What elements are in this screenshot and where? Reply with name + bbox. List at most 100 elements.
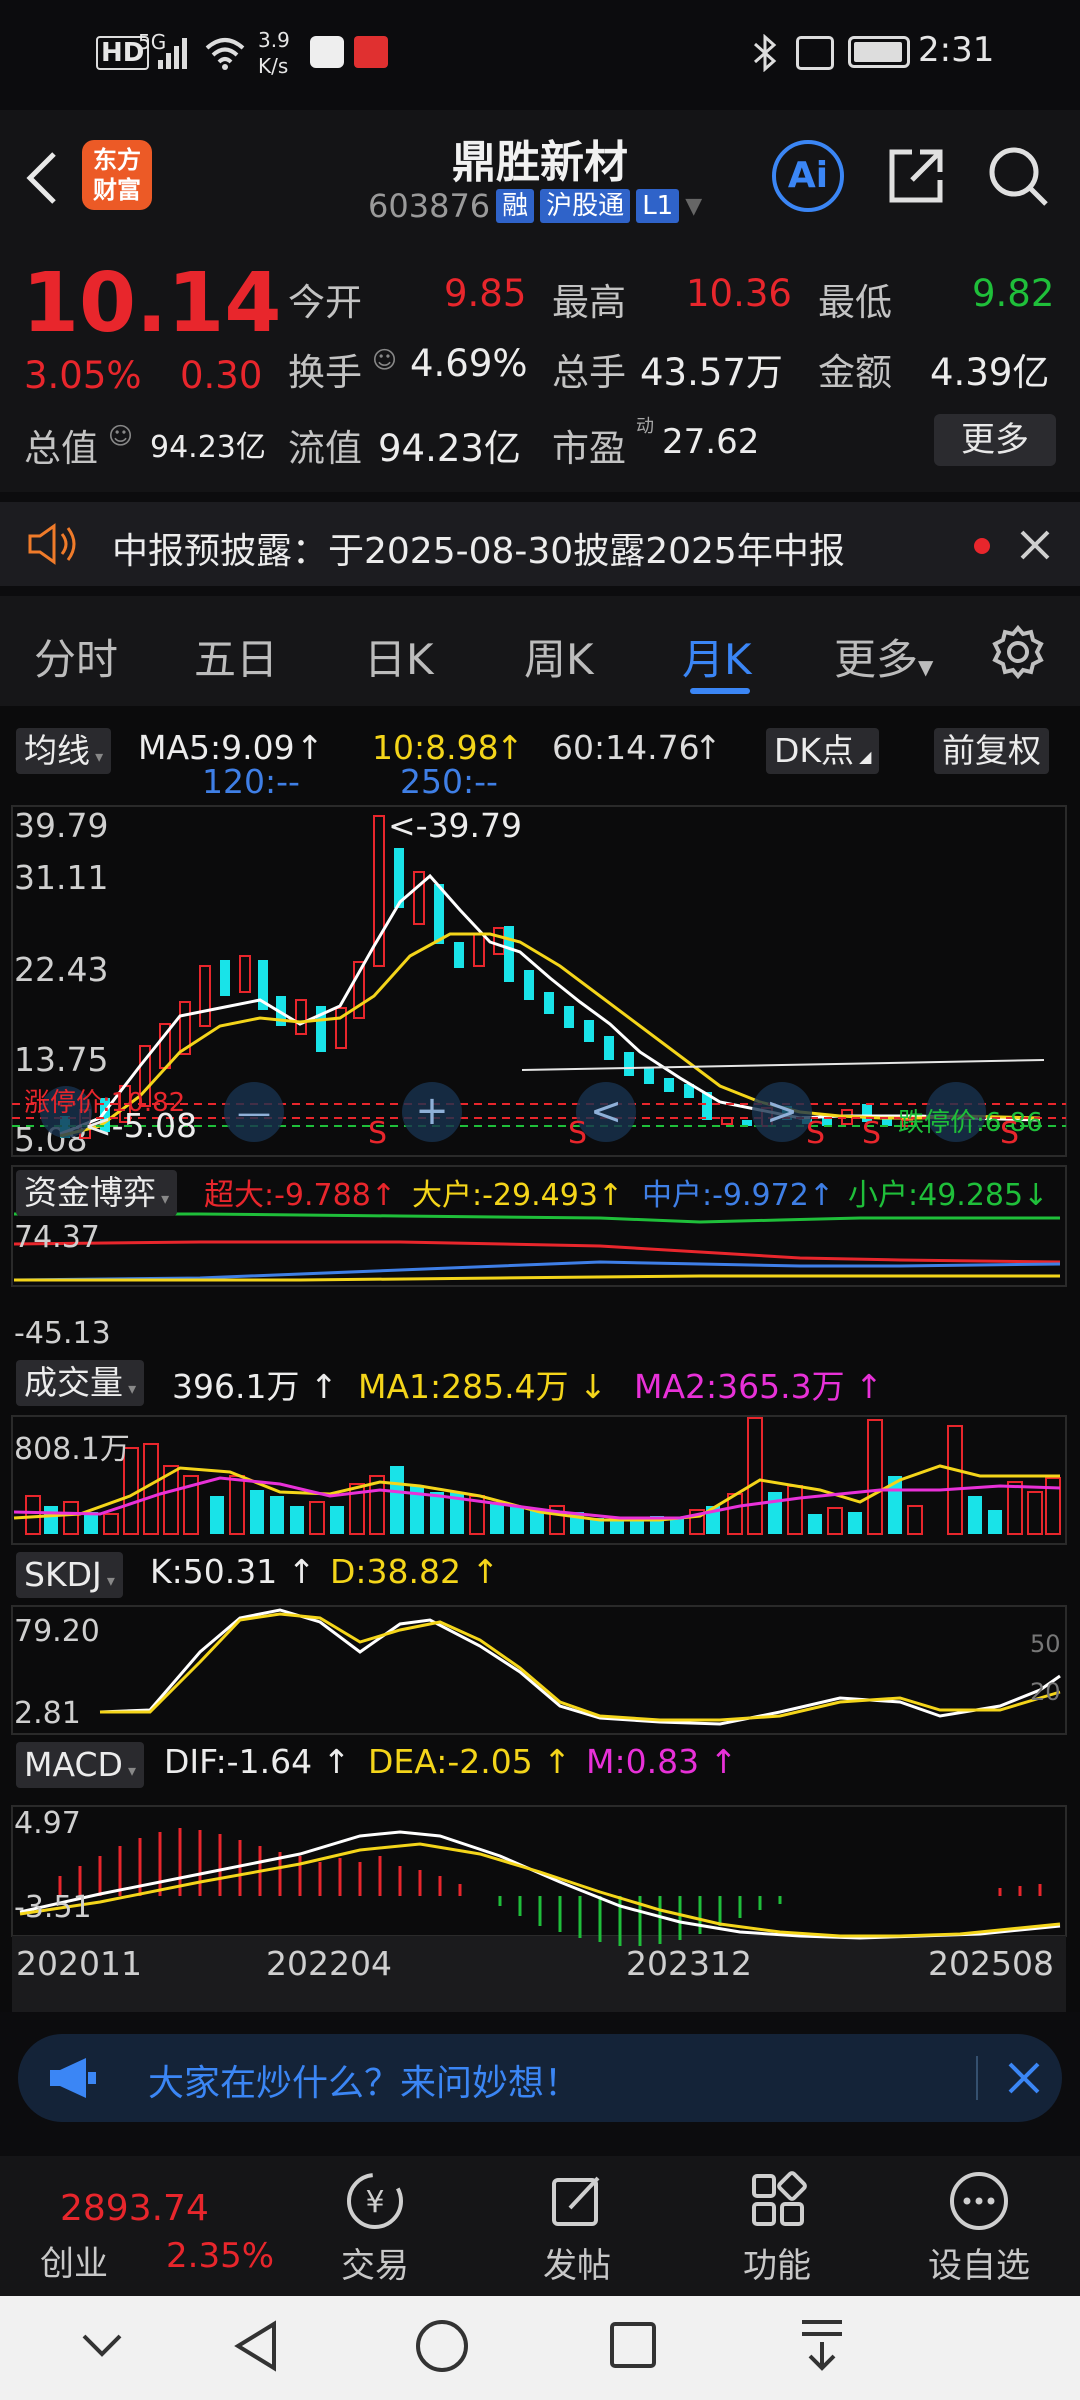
pe-label: 市盈 bbox=[552, 427, 626, 470]
home-circle-icon[interactable] bbox=[414, 2318, 470, 2374]
svg-text:+: + bbox=[415, 1088, 449, 1134]
nav-functions[interactable]: 功能 bbox=[702, 2156, 852, 2296]
macd-m: M:0.83 ↑ bbox=[586, 1742, 738, 1781]
volume-bars bbox=[25, 1417, 1061, 1535]
skdj-selector[interactable]: SKDJ ▾ bbox=[16, 1552, 123, 1598]
edit-icon bbox=[552, 2176, 600, 2226]
bluetooth-icon bbox=[753, 34, 777, 72]
macd-axis-bottom: -3.51 bbox=[14, 1890, 92, 1925]
limit-up-label: 涨停价:10.82 bbox=[24, 1088, 186, 1118]
float-label: 流值 bbox=[288, 427, 362, 470]
sell-signal[interactable]: S bbox=[806, 1116, 825, 1151]
stock-code: 603876 bbox=[368, 187, 491, 225]
settings-gear-icon[interactable] bbox=[990, 624, 1046, 680]
ai-ask-banner[interactable]: 大家在炒什么？来问妙想！ bbox=[18, 2034, 1062, 2122]
share-icon[interactable] bbox=[884, 144, 948, 208]
macd-dea: DEA:-2.05 ↑ bbox=[368, 1742, 571, 1781]
tab-monthly[interactable]: 月K bbox=[682, 626, 752, 687]
nav-trade[interactable]: ¥ 交易 bbox=[300, 2156, 450, 2296]
pe-value: 27.62 bbox=[662, 422, 760, 462]
volume-axis-top: 808.1万 bbox=[14, 1432, 130, 1467]
volume-ma1: MA1:285.4万 ↓ bbox=[358, 1367, 607, 1406]
sell-signal[interactable]: S bbox=[368, 1116, 387, 1151]
yen-exchange-icon: ¥ bbox=[347, 2173, 403, 2229]
speed-unit: K/s bbox=[258, 54, 289, 78]
fund-selector[interactable]: 资金博弈 ▾ bbox=[16, 1170, 178, 1216]
info-icon[interactable]: ☺ bbox=[372, 346, 397, 374]
low-value: 9.82 bbox=[972, 272, 1055, 315]
bottom-nav: 2893.74 创业 2.35% ¥ 交易 发帖 功能 设自选 bbox=[0, 2156, 1080, 2296]
macd-histogram bbox=[58, 1828, 1042, 1946]
margin-tag: 融 bbox=[496, 189, 535, 223]
vibrate-icon bbox=[796, 36, 834, 70]
high-label: 最高 bbox=[552, 281, 626, 324]
index-value[interactable]: 2893.74 bbox=[60, 2188, 209, 2229]
nav-add-watchlist[interactable]: 设自选 bbox=[904, 2156, 1054, 2296]
current-price: 10.14 bbox=[22, 256, 282, 351]
index-percent: 2.35% bbox=[166, 2236, 275, 2276]
connect-tag: 沪股通 bbox=[540, 189, 631, 223]
x-axis-label: 202312 bbox=[626, 1944, 752, 1983]
speaker-icon bbox=[28, 523, 76, 565]
recents-square-icon[interactable] bbox=[608, 2320, 658, 2370]
tab-intraday[interactable]: 分时 bbox=[34, 626, 118, 687]
ai-button[interactable]: Ai bbox=[772, 140, 844, 212]
app-notification-icon bbox=[354, 36, 388, 68]
grid-icon bbox=[752, 2171, 807, 2226]
index-name[interactable]: 创业 bbox=[40, 2236, 108, 2285]
turnover-value: 4.69% bbox=[410, 342, 528, 385]
wifi-icon bbox=[205, 38, 245, 70]
notice-bar[interactable]: 中报预披露：于2025-08-30披露2025年中报 bbox=[0, 502, 1080, 586]
notice-text: 中报预披露：于2025-08-30披露2025年中报 bbox=[112, 531, 845, 572]
sell-signal[interactable]: S bbox=[1000, 1116, 1019, 1151]
tab-five-day[interactable]: 五日 bbox=[194, 626, 278, 687]
limit-down-label: 跌停价:6.86 bbox=[898, 1108, 1043, 1138]
change-amount: 0.30 bbox=[180, 354, 263, 397]
fund-axis-top: 74.37 bbox=[14, 1220, 100, 1255]
macd-dif: DIF:-1.64 ↑ bbox=[164, 1742, 351, 1781]
volume-value: 43.57万 bbox=[640, 351, 783, 394]
banner-text: 大家在炒什么？来问妙想！ bbox=[148, 2063, 581, 2104]
sell-signal[interactable]: S bbox=[862, 1116, 881, 1151]
stock-subline[interactable]: 603876 融 沪股通 L1 ▼ bbox=[368, 186, 702, 226]
x-axis-label: 202204 bbox=[266, 1944, 392, 1983]
turnover-label: 换手 bbox=[288, 351, 362, 394]
unread-dot bbox=[974, 538, 990, 554]
skdj-ref-high: 50 bbox=[1030, 1630, 1061, 1658]
speed-value: 3.9 bbox=[258, 28, 290, 52]
tab-more[interactable]: 更多▼ bbox=[834, 626, 933, 687]
bag-icon bbox=[310, 36, 344, 68]
mktcap-value: 94.23亿 bbox=[150, 430, 266, 465]
volume-ma2: MA2:365.3万 ↑ bbox=[634, 1367, 883, 1406]
tab-daily[interactable]: 日K bbox=[364, 626, 434, 687]
macd-selector[interactable]: MACD ▾ bbox=[16, 1742, 145, 1788]
chevron-down-icon: ▼ bbox=[685, 193, 703, 219]
volume-selector[interactable]: 成交量 ▾ bbox=[16, 1360, 145, 1406]
tab-weekly[interactable]: 周K bbox=[524, 626, 594, 687]
skdj-ref-low: 20 bbox=[1030, 1678, 1061, 1706]
large-flow: 大户:-29.493↑ bbox=[412, 1178, 624, 1213]
notification-pull-icon[interactable] bbox=[796, 2316, 848, 2374]
battery-icon bbox=[848, 36, 910, 68]
megaphone-icon bbox=[50, 2058, 96, 2098]
chart-zone: 均线 ▾ MA5:9.09 ↑ 10:8.98 ↑ 60:14.76 ↑ 120… bbox=[0, 706, 1080, 2012]
low-label: 最低 bbox=[818, 281, 892, 324]
nav-post[interactable]: 发帖 bbox=[502, 2156, 652, 2296]
clock: 2:31 bbox=[918, 30, 995, 70]
active-tab-indicator bbox=[690, 688, 750, 694]
close-icon[interactable] bbox=[1006, 2060, 1042, 2096]
more-quote-button[interactable]: 更多 bbox=[934, 414, 1056, 466]
info-icon[interactable]: ☺ bbox=[108, 422, 133, 450]
sell-signal[interactable]: S bbox=[568, 1116, 587, 1151]
skdj-axis-top: 79.20 bbox=[14, 1614, 100, 1649]
svg-text:—: — bbox=[237, 1093, 271, 1133]
svg-text:>: > bbox=[766, 1089, 798, 1133]
close-icon[interactable] bbox=[1018, 528, 1052, 562]
back-triangle-icon[interactable] bbox=[230, 2318, 282, 2374]
hide-keyboard-chevron-icon[interactable] bbox=[80, 2330, 124, 2360]
search-icon[interactable] bbox=[984, 142, 1052, 210]
kline-chart[interactable]: — + < > bbox=[0, 706, 1080, 2012]
open-value: 9.85 bbox=[444, 272, 527, 315]
skdj-d: D:38.82 ↑ bbox=[330, 1552, 500, 1591]
skdj-k: K:50.31 ↑ bbox=[150, 1552, 316, 1591]
